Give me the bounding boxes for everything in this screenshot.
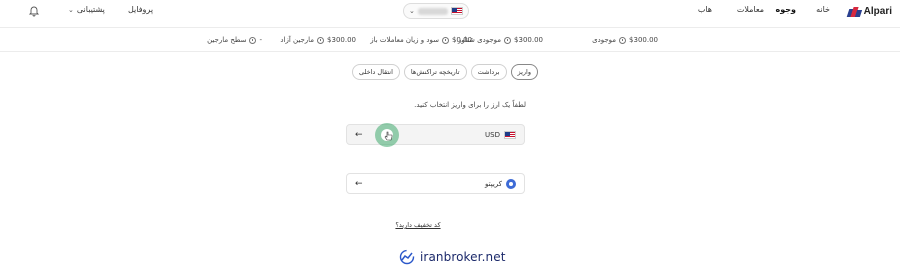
stat-free-margin: مارجین آزاد $300.00 bbox=[280, 36, 356, 44]
alpari-logo[interactable]: Alpari bbox=[846, 6, 892, 17]
us-flag-icon bbox=[451, 7, 463, 15]
profile-link[interactable]: پروفایل bbox=[128, 5, 153, 14]
option-label: کریپتو bbox=[485, 179, 502, 188]
nav-hub[interactable]: هاب bbox=[698, 5, 712, 14]
account-selector[interactable]: ⌄ bbox=[403, 3, 469, 19]
stat-value: $300.00 bbox=[514, 36, 543, 44]
tab-transaction-history[interactable]: تاریخچه تراکنش‌ها bbox=[403, 64, 467, 80]
stat-open-pnl: سود و زیان معاملات باز $0.00 bbox=[370, 36, 472, 44]
coupon-link[interactable]: کد تخفیف دارید؟ bbox=[388, 221, 448, 229]
account-stats-bar: موجودی $300.00 موجودی شناور $300.00 سود … bbox=[0, 30, 900, 52]
tab-withdraw[interactable]: برداشت bbox=[470, 64, 507, 80]
tab-deposit[interactable]: واریز bbox=[510, 64, 538, 80]
brand-name: Alpari bbox=[863, 6, 892, 17]
stat-value: - bbox=[259, 36, 262, 44]
stat-label: مارجین آزاد bbox=[280, 36, 315, 44]
watermark: iranbroker.net bbox=[393, 244, 516, 270]
support-menu[interactable]: ⌄ پشتیبانی bbox=[68, 5, 105, 14]
stat-margin-level: سطح مارجین - bbox=[207, 36, 262, 44]
support-label: پشتیبانی bbox=[76, 5, 105, 14]
nav-home[interactable]: خانه bbox=[816, 5, 830, 14]
deposit-prompt: لطفاً یک ارز را برای واریز انتخاب کنید. bbox=[414, 101, 526, 109]
trend-logo-icon bbox=[399, 249, 415, 265]
stat-value: $300.00 bbox=[327, 36, 356, 44]
clock-icon bbox=[317, 36, 325, 44]
arrow-left-icon: ← bbox=[355, 129, 363, 140]
stat-label: سود و زیان معاملات باز bbox=[370, 36, 439, 44]
arrow-left-icon: ← bbox=[355, 178, 363, 189]
top-header: Alpari خانه وجوه معاملات هاب ⌄ پروفایل ⌄… bbox=[0, 0, 900, 28]
alpari-logo-icon bbox=[846, 6, 862, 17]
clock-icon bbox=[249, 36, 257, 44]
stat-balance: موجودی $300.00 bbox=[592, 36, 658, 44]
tab-internal-transfer[interactable]: انتقال داخلی bbox=[352, 64, 400, 80]
nav-funds[interactable]: وجوه bbox=[776, 5, 796, 14]
stat-label: سطح مارجین bbox=[207, 36, 247, 44]
stat-value: $0.00 bbox=[451, 36, 472, 44]
clock-icon bbox=[619, 36, 627, 44]
clock-icon bbox=[441, 36, 449, 44]
clock-icon bbox=[504, 36, 512, 44]
option-label: USD bbox=[485, 130, 500, 139]
nav-trading[interactable]: معاملات bbox=[737, 5, 764, 14]
currency-option-usd[interactable]: ← USD bbox=[346, 124, 525, 145]
chevron-down-icon: ⌄ bbox=[68, 5, 74, 14]
currency-option-crypto[interactable]: ← کریپتو bbox=[346, 173, 525, 194]
hand-cursor-icon bbox=[384, 131, 393, 141]
crypto-icon bbox=[506, 178, 516, 189]
account-number-blurred bbox=[417, 7, 448, 15]
watermark-text: iranbroker.net bbox=[420, 250, 506, 264]
stat-value: $300.00 bbox=[629, 36, 658, 44]
funds-tabs: انتقال داخلی تاریخچه تراکنش‌ها برداشت وا… bbox=[352, 64, 538, 80]
bell-icon[interactable] bbox=[28, 5, 40, 17]
chevron-down-icon: ⌄ bbox=[409, 7, 415, 15]
us-flag-icon bbox=[504, 130, 516, 139]
stat-label: موجودی bbox=[592, 36, 617, 44]
